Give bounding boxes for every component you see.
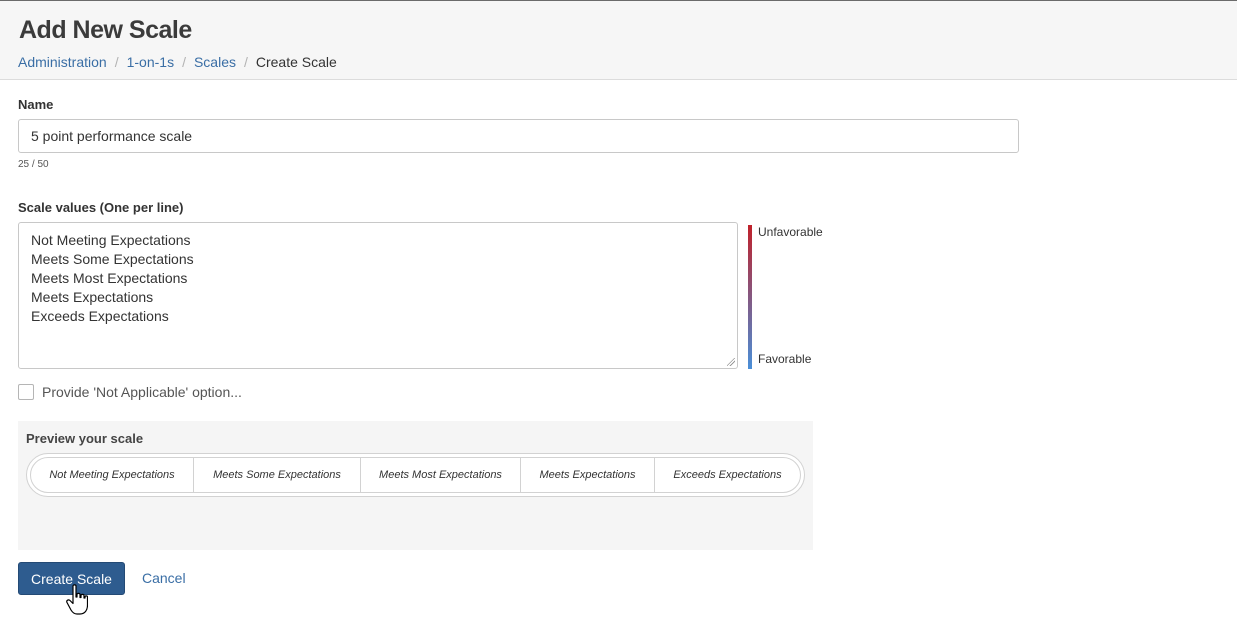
page-title: Add New Scale	[19, 16, 192, 44]
preview-scale-item[interactable]: Meets Some Expectations	[194, 458, 361, 492]
scale-values-textarea[interactable]: Not Meeting Expectations Meets Some Expe…	[18, 222, 738, 369]
hand-pointer-cursor-icon	[66, 584, 88, 615]
breadcrumb-1-on-1s[interactable]: 1-on-1s	[127, 54, 174, 70]
preview-scale-item[interactable]: Meets Expectations	[521, 458, 655, 492]
name-label: Name	[18, 97, 54, 112]
not-applicable-label[interactable]: Provide 'Not Applicable' option...	[42, 384, 242, 400]
favorability-gradient-bar	[748, 225, 752, 369]
textarea-resize-handle[interactable]	[727, 358, 735, 366]
scale-value-line: Exceeds Expectations	[31, 308, 169, 324]
preview-scale-item[interactable]: Meets Most Expectations	[361, 458, 521, 492]
not-applicable-checkbox[interactable]	[18, 384, 34, 400]
favorable-label: Favorable	[758, 352, 812, 366]
preview-scale-track: Not Meeting Expectations Meets Some Expe…	[30, 457, 801, 493]
cancel-link[interactable]: Cancel	[142, 570, 186, 586]
scale-values-label: Scale values (One per line)	[18, 200, 184, 215]
unfavorable-label: Unfavorable	[758, 225, 823, 239]
preview-title: Preview your scale	[26, 431, 144, 446]
name-char-count: 25 / 50	[18, 159, 49, 170]
scale-value-line: Meets Most Expectations	[31, 270, 188, 286]
breadcrumb-current: Create Scale	[255, 54, 337, 70]
preview-scale: Not Meeting Expectations Meets Some Expe…	[26, 453, 805, 497]
breadcrumb-scales[interactable]: Scales	[194, 54, 236, 70]
scale-value-line: Not Meeting Expectations	[31, 232, 191, 248]
breadcrumb-separator: /	[114, 54, 119, 70]
breadcrumb: Administration / 1-on-1s / Scales / Crea…	[18, 54, 337, 70]
preview-panel: Preview your scale Not Meeting Expectati…	[18, 421, 813, 550]
breadcrumb-separator: /	[243, 54, 248, 70]
scale-value-line: Meets Expectations	[31, 289, 154, 305]
name-input[interactable]	[18, 119, 1019, 153]
scale-value-line: Meets Some Expectations	[31, 251, 194, 267]
preview-scale-item[interactable]: Exceeds Expectations	[655, 458, 800, 492]
page-header: Add New Scale Administration / 1-on-1s /…	[0, 1, 1237, 80]
breadcrumb-separator: /	[182, 54, 186, 70]
preview-scale-item[interactable]: Not Meeting Expectations	[31, 458, 194, 492]
breadcrumb-administration[interactable]: Administration	[18, 54, 107, 70]
